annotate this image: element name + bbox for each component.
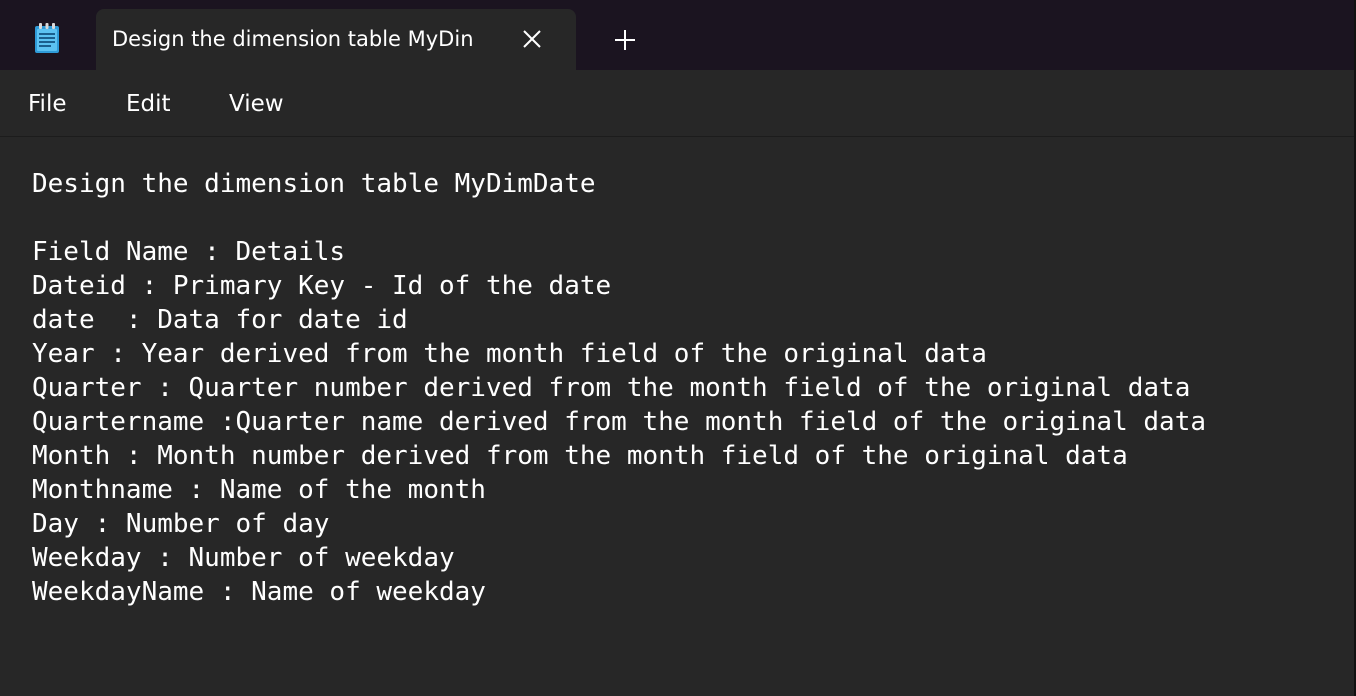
close-icon[interactable] <box>520 27 544 51</box>
text-line: Day : Number of day <box>32 509 330 539</box>
text-line: Monthname : Name of the month <box>32 475 486 505</box>
menu-file[interactable]: File <box>28 70 67 136</box>
menu-bar: File Edit View <box>0 70 1356 137</box>
title-bar: Design the dimension table MyDin <box>0 0 1356 70</box>
text-line: Year : Year derived from the month field… <box>32 339 987 369</box>
tab-document[interactable]: Design the dimension table MyDin <box>96 9 576 70</box>
text-line: Weekday : Number of weekday <box>32 543 455 573</box>
tab-title: Design the dimension table MyDin <box>112 27 474 51</box>
menu-view[interactable]: View <box>229 70 284 136</box>
menu-edit[interactable]: Edit <box>126 70 171 136</box>
text-line: WeekdayName : Name of weekday <box>32 577 486 607</box>
text-line: Dateid : Primary Key - Id of the date <box>32 271 612 301</box>
text-line: Quarter : Quarter number derived from th… <box>32 373 1191 403</box>
text-line: date : Data for date id <box>32 305 408 335</box>
text-line <box>32 201 1206 235</box>
plus-icon[interactable] <box>612 27 638 53</box>
text-line: Field Name : Details <box>32 237 346 267</box>
text-line: Design the dimension table MyDimDate <box>32 169 596 199</box>
notepad-window: Design the dimension table MyDin File Ed… <box>0 0 1356 696</box>
text-line: Month : Month number derived from the mo… <box>32 441 1128 471</box>
text-line: Quartername :Quarter name derived from t… <box>32 407 1206 437</box>
text-editor[interactable]: Design the dimension table MyDimDate Fie… <box>0 137 1356 696</box>
notepad-icon <box>34 22 60 54</box>
document-text[interactable]: Design the dimension table MyDimDate Fie… <box>32 167 1206 609</box>
